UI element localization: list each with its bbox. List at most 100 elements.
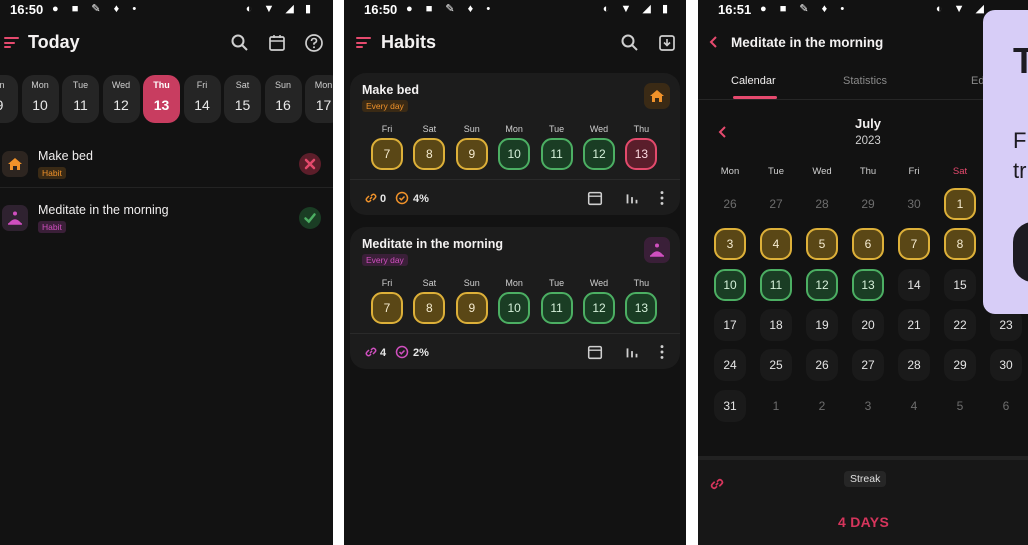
weekday-label: Tue — [549, 278, 565, 288]
weekday-label: Sat — [952, 166, 968, 177]
calendar-day[interactable]: 17 — [714, 308, 746, 341]
calendar-day[interactable]: 26 — [806, 349, 838, 382]
day-date: 11 — [73, 97, 88, 113]
day-chip[interactable]: Tue 11 — [62, 75, 99, 123]
day-marker[interactable]: 13 — [625, 292, 658, 324]
calendar-day[interactable]: 6 — [852, 228, 884, 261]
calendar-day[interactable]: 13 — [852, 268, 884, 301]
archive-icon[interactable] — [657, 33, 677, 53]
calendar-icon[interactable] — [586, 189, 604, 207]
overlay-button[interactable] — [1013, 222, 1028, 282]
back-icon[interactable] — [706, 34, 722, 50]
menu-icon[interactable] — [4, 37, 19, 48]
calendar-day[interactable]: 1 — [944, 188, 976, 220]
completion-rate: 2% — [413, 347, 429, 359]
calendar-day[interactable]: 12 — [806, 268, 838, 301]
day-marker[interactable]: 9 — [455, 138, 488, 170]
failed-status-icon[interactable] — [299, 153, 321, 175]
more-icon[interactable] — [653, 343, 671, 361]
calendar-day[interactable]: 25 — [760, 349, 792, 382]
calendar-day[interactable]: 18 — [760, 308, 792, 341]
calendar-day[interactable]: 8 — [944, 228, 976, 261]
day-marker[interactable]: 10 — [498, 292, 531, 324]
calendar-day[interactable]: 14 — [898, 268, 930, 301]
page-title: Meditate in the morning — [731, 35, 884, 50]
calendar-day[interactable]: 4 — [760, 228, 792, 261]
day-marker[interactable]: 7 — [371, 292, 403, 324]
calendar-day[interactable]: 22 — [944, 308, 976, 341]
calendar-day[interactable]: 15 — [944, 268, 976, 301]
weekday-label: Mon — [505, 124, 523, 134]
statistics-icon[interactable] — [623, 343, 641, 361]
status-bar: 16:51 ● ■ ✎ ♦ • ◐ ▼ ◢ — [698, 0, 1028, 18]
calendar-day[interactable]: 24 — [714, 349, 746, 382]
day-marker[interactable]: 11 — [540, 138, 573, 170]
calendar-day: 30 — [907, 197, 921, 211]
habit-row[interactable]: Make bed Habit — [0, 143, 333, 187]
day-marker[interactable]: 11 — [540, 292, 573, 324]
previous-month-icon[interactable] — [716, 125, 730, 139]
habit-row[interactable]: Meditate in the morning Habit — [0, 197, 333, 241]
calendar-day[interactable]: 31 — [714, 389, 746, 422]
day-date: 10 — [32, 97, 48, 113]
habit-name: Meditate in the morning — [362, 237, 503, 251]
day-marker[interactable]: 9 — [455, 292, 488, 324]
day-chip[interactable]: un 9 — [0, 75, 18, 123]
calendar-day[interactable]: 5 — [806, 228, 838, 261]
habit-frequency: Every day — [362, 100, 408, 112]
calendar-day[interactable]: 28 — [898, 349, 930, 382]
menu-icon[interactable] — [356, 37, 371, 48]
habit-card[interactable]: Meditate in the morning Every day Fri 7 Sa… — [350, 227, 680, 369]
calendar-icon[interactable] — [267, 33, 287, 53]
statistics-icon[interactable] — [623, 189, 641, 207]
day-date: 9 — [0, 97, 18, 113]
day-name: Sun — [274, 80, 291, 90]
overlay-dialog[interactable]: T Frtr — [983, 10, 1028, 314]
day-date: 14 — [194, 97, 210, 113]
done-status-icon[interactable] — [299, 207, 321, 229]
day-chip[interactable]: Thu 13 — [143, 75, 180, 123]
streak-panel — [698, 456, 1028, 545]
more-icon[interactable] — [653, 189, 671, 207]
notification-icons: ● ■ ✎ ♦ • — [52, 3, 142, 15]
completion-rate: 4% — [413, 193, 429, 205]
card-divider — [350, 179, 680, 180]
day-marker[interactable]: 8 — [413, 292, 446, 324]
search-icon[interactable] — [620, 33, 640, 53]
day-marker[interactable]: 12 — [583, 138, 615, 170]
calendar-day[interactable]: 7 — [898, 228, 930, 261]
day-marker[interactable]: 13 — [625, 138, 658, 170]
calendar-day[interactable]: 21 — [898, 308, 930, 341]
tab-calendar[interactable]: Calendar — [731, 75, 776, 87]
day-chip[interactable]: Wed 12 — [102, 75, 140, 123]
calendar-day[interactable]: 10 — [714, 268, 746, 301]
day-date: 13 — [153, 97, 170, 113]
calendar-day[interactable]: 11 — [760, 268, 792, 301]
day-chip[interactable]: Fri 14 — [183, 75, 221, 123]
day-chip[interactable]: Mon 17 — [305, 75, 333, 123]
weekday-label: Sun — [463, 278, 480, 288]
tab-statistics[interactable]: Statistics — [843, 75, 887, 87]
status-time: 16:51 — [718, 2, 752, 17]
day-chip[interactable]: Sun 16 — [264, 75, 302, 123]
app-bar: Meditate in the morning — [698, 30, 1028, 56]
calendar-icon[interactable] — [586, 343, 604, 361]
help-icon[interactable] — [304, 33, 324, 53]
day-marker[interactable]: 8 — [413, 138, 446, 170]
status-time: 16:50 — [10, 2, 44, 17]
calendar-day[interactable]: 20 — [852, 308, 884, 341]
habit-card[interactable]: Make bed Every day Fri 7 Sat 8 Sun 9 Mon 10 Tue 1… — [350, 73, 680, 215]
day-chip[interactable]: Mon 10 — [21, 75, 59, 123]
calendar-day[interactable]: 30 — [990, 349, 1022, 382]
day-marker[interactable]: 7 — [371, 138, 403, 170]
day-marker[interactable]: 12 — [583, 292, 615, 324]
calendar-day[interactable]: 29 — [944, 349, 976, 382]
day-chip[interactable]: Sat 15 — [224, 75, 261, 123]
calendar-day[interactable]: 27 — [852, 349, 884, 382]
search-icon[interactable] — [230, 33, 250, 53]
habit-tag: Habit — [38, 221, 66, 233]
notification-icons: ● ■ ✎ ♦ • — [760, 3, 850, 15]
day-marker[interactable]: 10 — [498, 138, 531, 170]
calendar-day[interactable]: 19 — [806, 308, 838, 341]
calendar-day[interactable]: 3 — [714, 228, 746, 261]
